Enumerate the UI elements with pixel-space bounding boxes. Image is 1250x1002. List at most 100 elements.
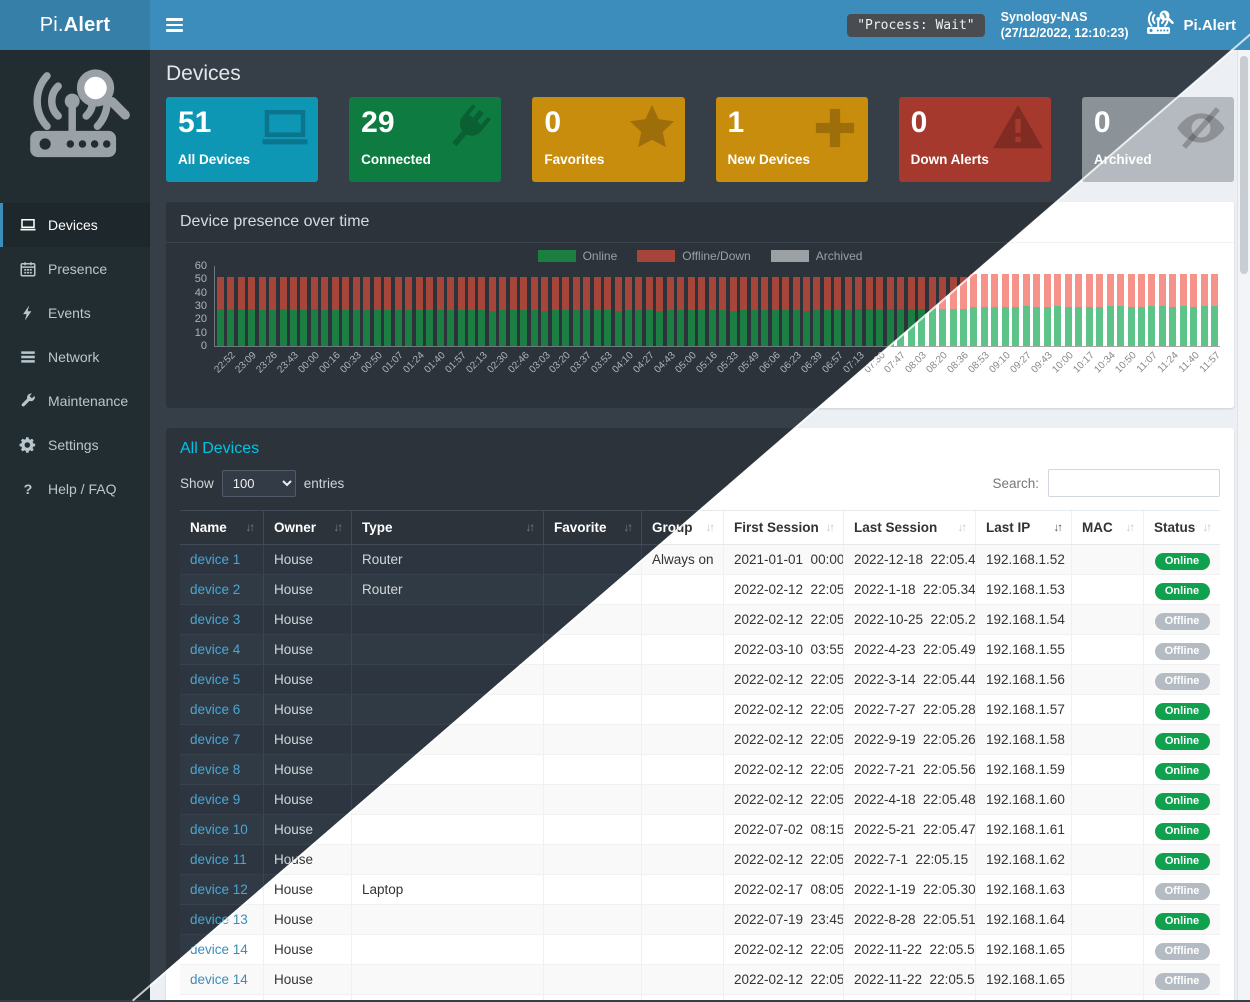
device-link[interactable]: device 2 (190, 582, 240, 597)
type-cell: Router (352, 545, 544, 574)
type-cell (352, 605, 544, 634)
first-session-cell: 2022-07-02 08:15 (724, 815, 844, 844)
column-header-first-session[interactable]: First Session↓↑ (724, 511, 844, 544)
table-row: device 11House2022-02-12 22:052022-7-1 2… (180, 845, 1220, 875)
chart-bar (571, 265, 581, 346)
sidebar-item-devices[interactable]: Devices (0, 203, 150, 247)
status-badge: Offline (1155, 883, 1210, 900)
first-session-cell: 2022-02-12 22:05 (724, 755, 844, 784)
mac-cell (1072, 965, 1144, 994)
device-link[interactable]: device 5 (190, 672, 240, 687)
chart-bar (403, 265, 413, 346)
chart-bar (1189, 265, 1199, 346)
table-row: device 12HouseLaptop2022-02-17 08:052022… (180, 875, 1220, 905)
legend-offline-down[interactable]: Offline/Down (637, 249, 750, 263)
last-session-cell: 2022-7-21 22:05.56 (844, 755, 976, 784)
sidebar-item-events[interactable]: Events (0, 291, 150, 335)
status-badge: Online (1155, 553, 1210, 570)
sidebar-item-help-faq[interactable]: ?Help / FAQ (0, 467, 150, 511)
sidebar-item-settings[interactable]: Settings (0, 423, 150, 467)
plus-icon (808, 101, 862, 160)
chart-bar (822, 265, 832, 346)
card-new-devices[interactable]: 1New Devices (716, 97, 868, 182)
column-header-name[interactable]: Name↓↑ (180, 511, 264, 544)
column-header-last-ip[interactable]: Last IP↓↑ (976, 511, 1072, 544)
group-cell (642, 965, 724, 994)
device-link[interactable]: device 12 (190, 882, 248, 897)
chart-bar (1168, 265, 1178, 346)
last-session-cell: 2022-12-18 22:05.47 (844, 545, 976, 574)
device-link[interactable]: device 4 (190, 642, 240, 657)
owner-cell: House (264, 575, 352, 604)
last-session-cell: 2022-1-18 22:05.34 (844, 575, 976, 604)
chart-bar (309, 265, 319, 346)
chart-bar (1063, 265, 1073, 346)
chart-bar (1053, 265, 1063, 346)
question-icon: ? (16, 480, 40, 498)
chart-bar (759, 265, 769, 346)
last-ip-cell: 192.168.1.57 (976, 695, 1072, 724)
device-link[interactable]: device 3 (190, 612, 240, 627)
device-link[interactable]: device 10 (190, 822, 248, 837)
scrollbar[interactable] (1237, 50, 1250, 1000)
device-link[interactable]: device 14 (190, 942, 248, 957)
last-ip-cell: 192.168.1.65 (976, 935, 1072, 964)
chart-bar (477, 265, 487, 346)
legend-archived[interactable]: Archived (771, 249, 863, 263)
device-link[interactable]: device 7 (190, 732, 240, 747)
brand-logo[interactable]: Pi.Alert (0, 0, 150, 50)
sidebar-item-maintenance[interactable]: Maintenance (0, 379, 150, 423)
column-header-last-session[interactable]: Last Session↓↑ (844, 511, 976, 544)
app-cluster[interactable]: Pi.Alert (1144, 8, 1236, 42)
sidebar-item-network[interactable]: Network (0, 335, 150, 379)
sidebar-logo (0, 50, 150, 203)
chart-bar (330, 265, 340, 346)
first-session-cell: 2022-02-12 22:05 (724, 785, 844, 814)
column-header-type[interactable]: Type↓↑ (352, 511, 544, 544)
first-session-cell: 2022-02-12 22:05 (724, 665, 844, 694)
sidebar: DevicesPresenceEventsNetworkMaintenanceS… (0, 50, 150, 1000)
owner-cell: House (264, 545, 352, 574)
chart-bar (540, 265, 550, 346)
chart-bar (791, 265, 801, 346)
page-size-select[interactable]: 100 (222, 470, 296, 497)
card-connected[interactable]: 29Connected (349, 97, 501, 182)
chart-bar (1210, 265, 1220, 346)
column-header-status[interactable]: Status↓↑ (1144, 511, 1220, 544)
card-favorites[interactable]: 0Favorites (532, 97, 684, 182)
legend-online[interactable]: Online (538, 249, 618, 263)
last-ip-cell: 192.168.1.66 (976, 995, 1072, 1000)
column-header-favorite[interactable]: Favorite↓↑ (544, 511, 642, 544)
device-link[interactable]: device 9 (190, 792, 240, 807)
chart-bar (707, 265, 717, 346)
status-badge: Offline (1155, 943, 1210, 960)
page-title: Devices (166, 62, 1234, 86)
group-cell (642, 665, 724, 694)
mac-cell (1072, 665, 1144, 694)
card-all-devices[interactable]: 51All Devices (166, 97, 318, 182)
chart-bar (498, 265, 508, 346)
legend-swatch (771, 250, 809, 262)
type-cell: Switch (352, 995, 544, 1000)
card-down-alerts[interactable]: 0Down Alerts (899, 97, 1051, 182)
group-cell (642, 575, 724, 604)
mac-cell (1072, 845, 1144, 874)
device-link[interactable]: device 8 (190, 762, 240, 777)
menu-icon[interactable] (150, 0, 198, 50)
column-header-mac[interactable]: MAC↓↑ (1072, 511, 1144, 544)
column-header-owner[interactable]: Owner↓↑ (264, 511, 352, 544)
device-link[interactable]: device 6 (190, 702, 240, 717)
chart-bar (257, 265, 267, 346)
chart-bar (634, 265, 644, 346)
last-session-cell: 2022-4-18 22:05.48 (844, 785, 976, 814)
chart-bar (550, 265, 560, 346)
device-link[interactable]: device 1 (190, 552, 240, 567)
sidebar-item-presence[interactable]: Presence (0, 247, 150, 291)
device-link[interactable]: device 14 (190, 972, 248, 987)
search-input[interactable] (1048, 469, 1220, 497)
scrollbar-thumb[interactable] (1240, 56, 1248, 274)
chart-bar (854, 265, 864, 346)
favorite-cell (544, 665, 642, 694)
favorite-cell (544, 905, 642, 934)
device-link[interactable]: device 11 (190, 852, 247, 867)
